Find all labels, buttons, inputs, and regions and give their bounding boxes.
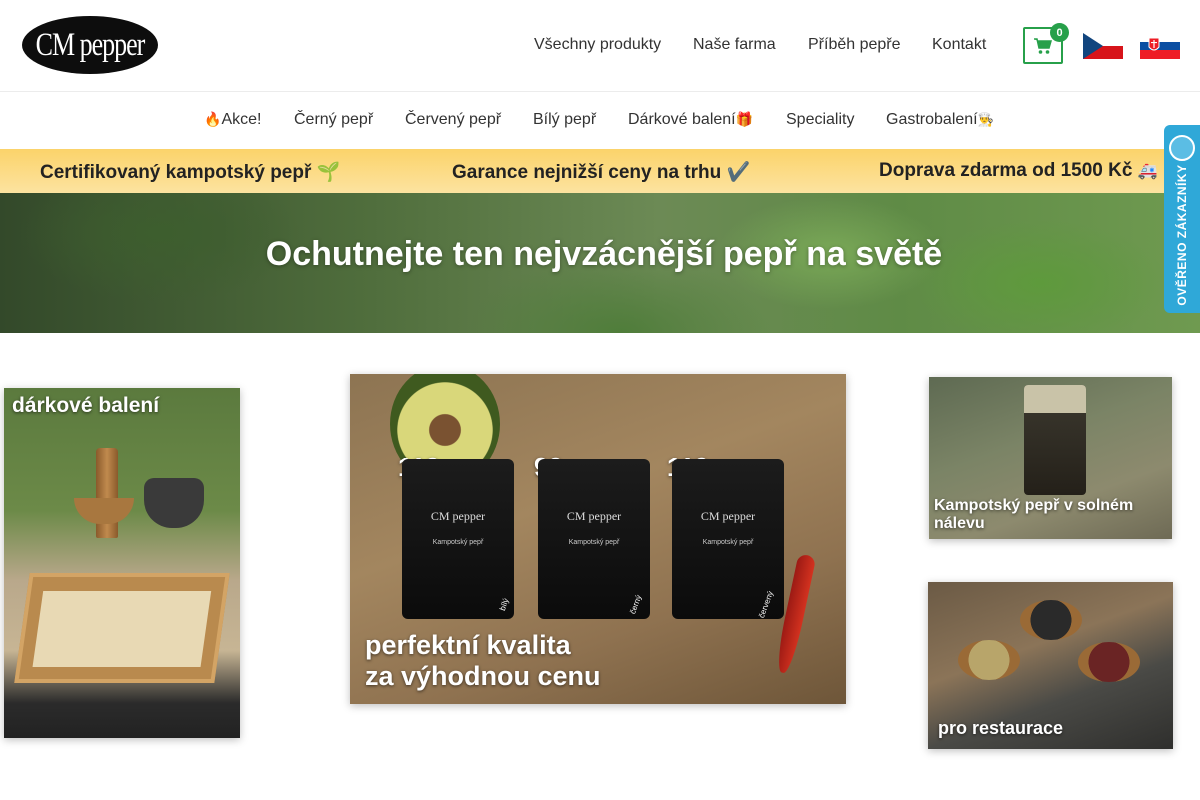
mortar-image xyxy=(144,478,204,528)
logo-text: CM pepper xyxy=(35,26,146,63)
gift-box-image xyxy=(14,573,230,683)
verified-customers-badge[interactable]: OVĚŘENO ZÁKAZNÍKY xyxy=(1164,125,1200,313)
category-nav: 🔥Akce! Černý pepř Červený pepř Bílý pepř… xyxy=(0,92,1200,149)
cart-count-badge: 0 xyxy=(1050,23,1069,42)
pepper-mill-image xyxy=(96,448,118,538)
check-icon: ✔️ xyxy=(726,162,751,183)
truck-icon: 🚑 xyxy=(1137,163,1158,180)
hero-title: Ochutnejte ten nejvzácnější pepř na svět… xyxy=(265,235,943,273)
benefit-lowest-price: Garance nejnižší ceny na trhu ✔️ xyxy=(452,162,751,183)
nav-pepper-story[interactable]: Příběh pepře xyxy=(808,36,901,54)
category-sale[interactable]: 🔥Akce! xyxy=(204,111,261,129)
red-pepper-bowl-image xyxy=(1078,642,1140,682)
czech-flag-icon[interactable] xyxy=(1083,33,1123,59)
nav-contact[interactable]: Kontakt xyxy=(932,36,986,54)
category-red-pepper[interactable]: Červený pepř xyxy=(405,111,501,129)
cart-button[interactable]: 0 xyxy=(1023,23,1069,64)
fire-icon: 🔥 xyxy=(204,111,222,127)
banner-products-promo[interactable]: 119,- 99,- 119,- CM pepper Kampotský pep… xyxy=(350,374,846,704)
nav-our-farm[interactable]: Naše farma xyxy=(693,36,776,54)
category-specialities[interactable]: Speciality xyxy=(786,111,854,129)
slovak-flag-icon[interactable] xyxy=(1140,33,1180,59)
category-white-pepper[interactable]: Bílý pepř xyxy=(533,111,596,129)
verified-badge-text: OVĚŘENO ZÁKAZNÍKY xyxy=(1175,164,1189,306)
benefit-free-shipping: Doprava zdarma od 1500 Kč 🚑 xyxy=(879,160,1158,181)
benefits-bar: Certifikovaný kampotský pepř 🌱 Garance n… xyxy=(0,149,1200,193)
product-bag-white: CM pepper Kampotský pepř bílý xyxy=(402,459,514,619)
brine-pack-image xyxy=(1024,385,1086,495)
pepper-bowl-image xyxy=(74,498,134,524)
gift-icon: 🎁 xyxy=(735,111,754,127)
banner-pepper-in-brine[interactable]: Kampotský pepř v solném nálevu xyxy=(929,377,1172,539)
banner-resto-title: pro restaurace xyxy=(938,718,1064,738)
category-black-pepper[interactable]: Černý pepř xyxy=(294,111,373,129)
product-bag-black: CM pepper Kampotský pepř černý xyxy=(538,459,650,619)
site-header: CM pepper Všechny produkty Naše farma Př… xyxy=(0,0,1200,92)
verified-seal-icon xyxy=(1169,135,1195,161)
category-gastro[interactable]: Gastrobalení👨‍🍳 xyxy=(886,111,994,129)
benefit-certified: Certifikovaný kampotský pepř 🌱 xyxy=(40,162,341,183)
banner-brine-title: Kampotský pepř v solném nálevu xyxy=(934,497,1134,533)
seedling-icon: 🌱 xyxy=(316,162,341,183)
product-bag-red: CM pepper Kampotský pepř červený xyxy=(672,459,784,619)
nav-all-products[interactable]: Všechny produkty xyxy=(534,36,661,54)
black-pepper-bowl-image xyxy=(1020,600,1082,640)
banner-gift-title: dárkové balení xyxy=(12,394,160,417)
white-pepper-bowl-image xyxy=(958,640,1020,680)
banner-main-caption: perfektní kvalita za výhodnou cenu xyxy=(365,630,601,692)
banner-for-restaurants[interactable]: pro restaurace xyxy=(928,582,1173,749)
site-logo[interactable]: CM pepper xyxy=(22,16,158,74)
banner-gift-packs[interactable]: dárkové balení xyxy=(4,388,240,738)
category-gift-packs[interactable]: Dárkové balení🎁 xyxy=(628,111,753,129)
cart-icon xyxy=(1034,37,1052,54)
chef-icon: 👨‍🍳 xyxy=(977,112,994,127)
hero-banner: Ochutnejte ten nejvzácnější pepř na svět… xyxy=(0,193,1200,333)
